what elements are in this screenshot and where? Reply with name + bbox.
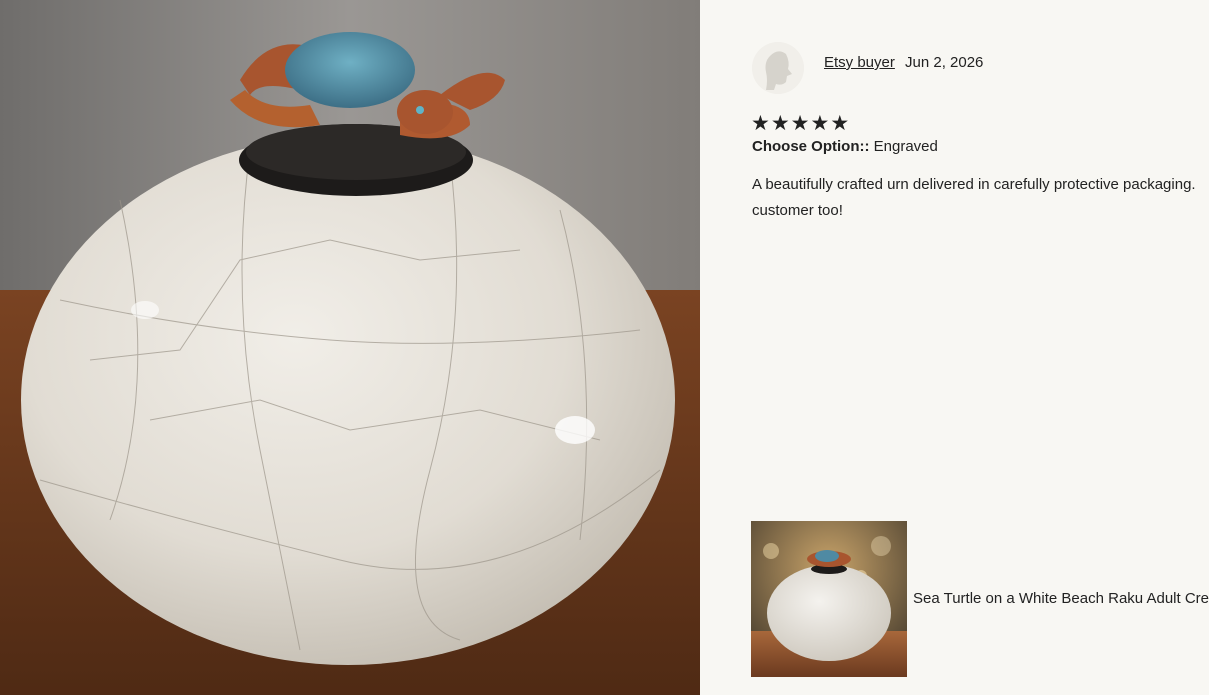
star-icon: ★ [830, 112, 850, 135]
option-label: Choose Option:: [752, 138, 870, 155]
star-icon: ★ [810, 112, 830, 135]
star-icon: ★ [751, 112, 770, 135]
review-photo[interactable] [0, 0, 700, 695]
urn-photo-illustration [0, 0, 700, 695]
review-date: Jun 2, 2026 [905, 54, 984, 71]
review-text-line: customer too! [752, 202, 843, 219]
product-thumbnail[interactable] [751, 521, 907, 677]
star-icon: ★ [790, 112, 810, 135]
review-text: A beautifully crafted urn delivered in c… [752, 172, 1209, 224]
review-text-line: A beautifully crafted urn delivered in c… [752, 176, 1196, 193]
reviewer-name-link[interactable]: Etsy buyer [824, 54, 895, 71]
purchased-option: Choose Option:: Engraved [752, 138, 938, 155]
default-user-silhouette-icon[interactable] [752, 42, 804, 94]
star-icon: ★ [770, 112, 790, 135]
option-value: Engraved [873, 138, 938, 155]
review-panel: Etsy buyer Jun 2, 2026 ★ ★ ★ ★ ★ Choose … [700, 0, 1209, 695]
star-rating: ★ ★ ★ ★ ★ [751, 113, 849, 134]
product-title-link[interactable]: Sea Turtle on a White Beach Raku Adult C… [913, 590, 1209, 607]
